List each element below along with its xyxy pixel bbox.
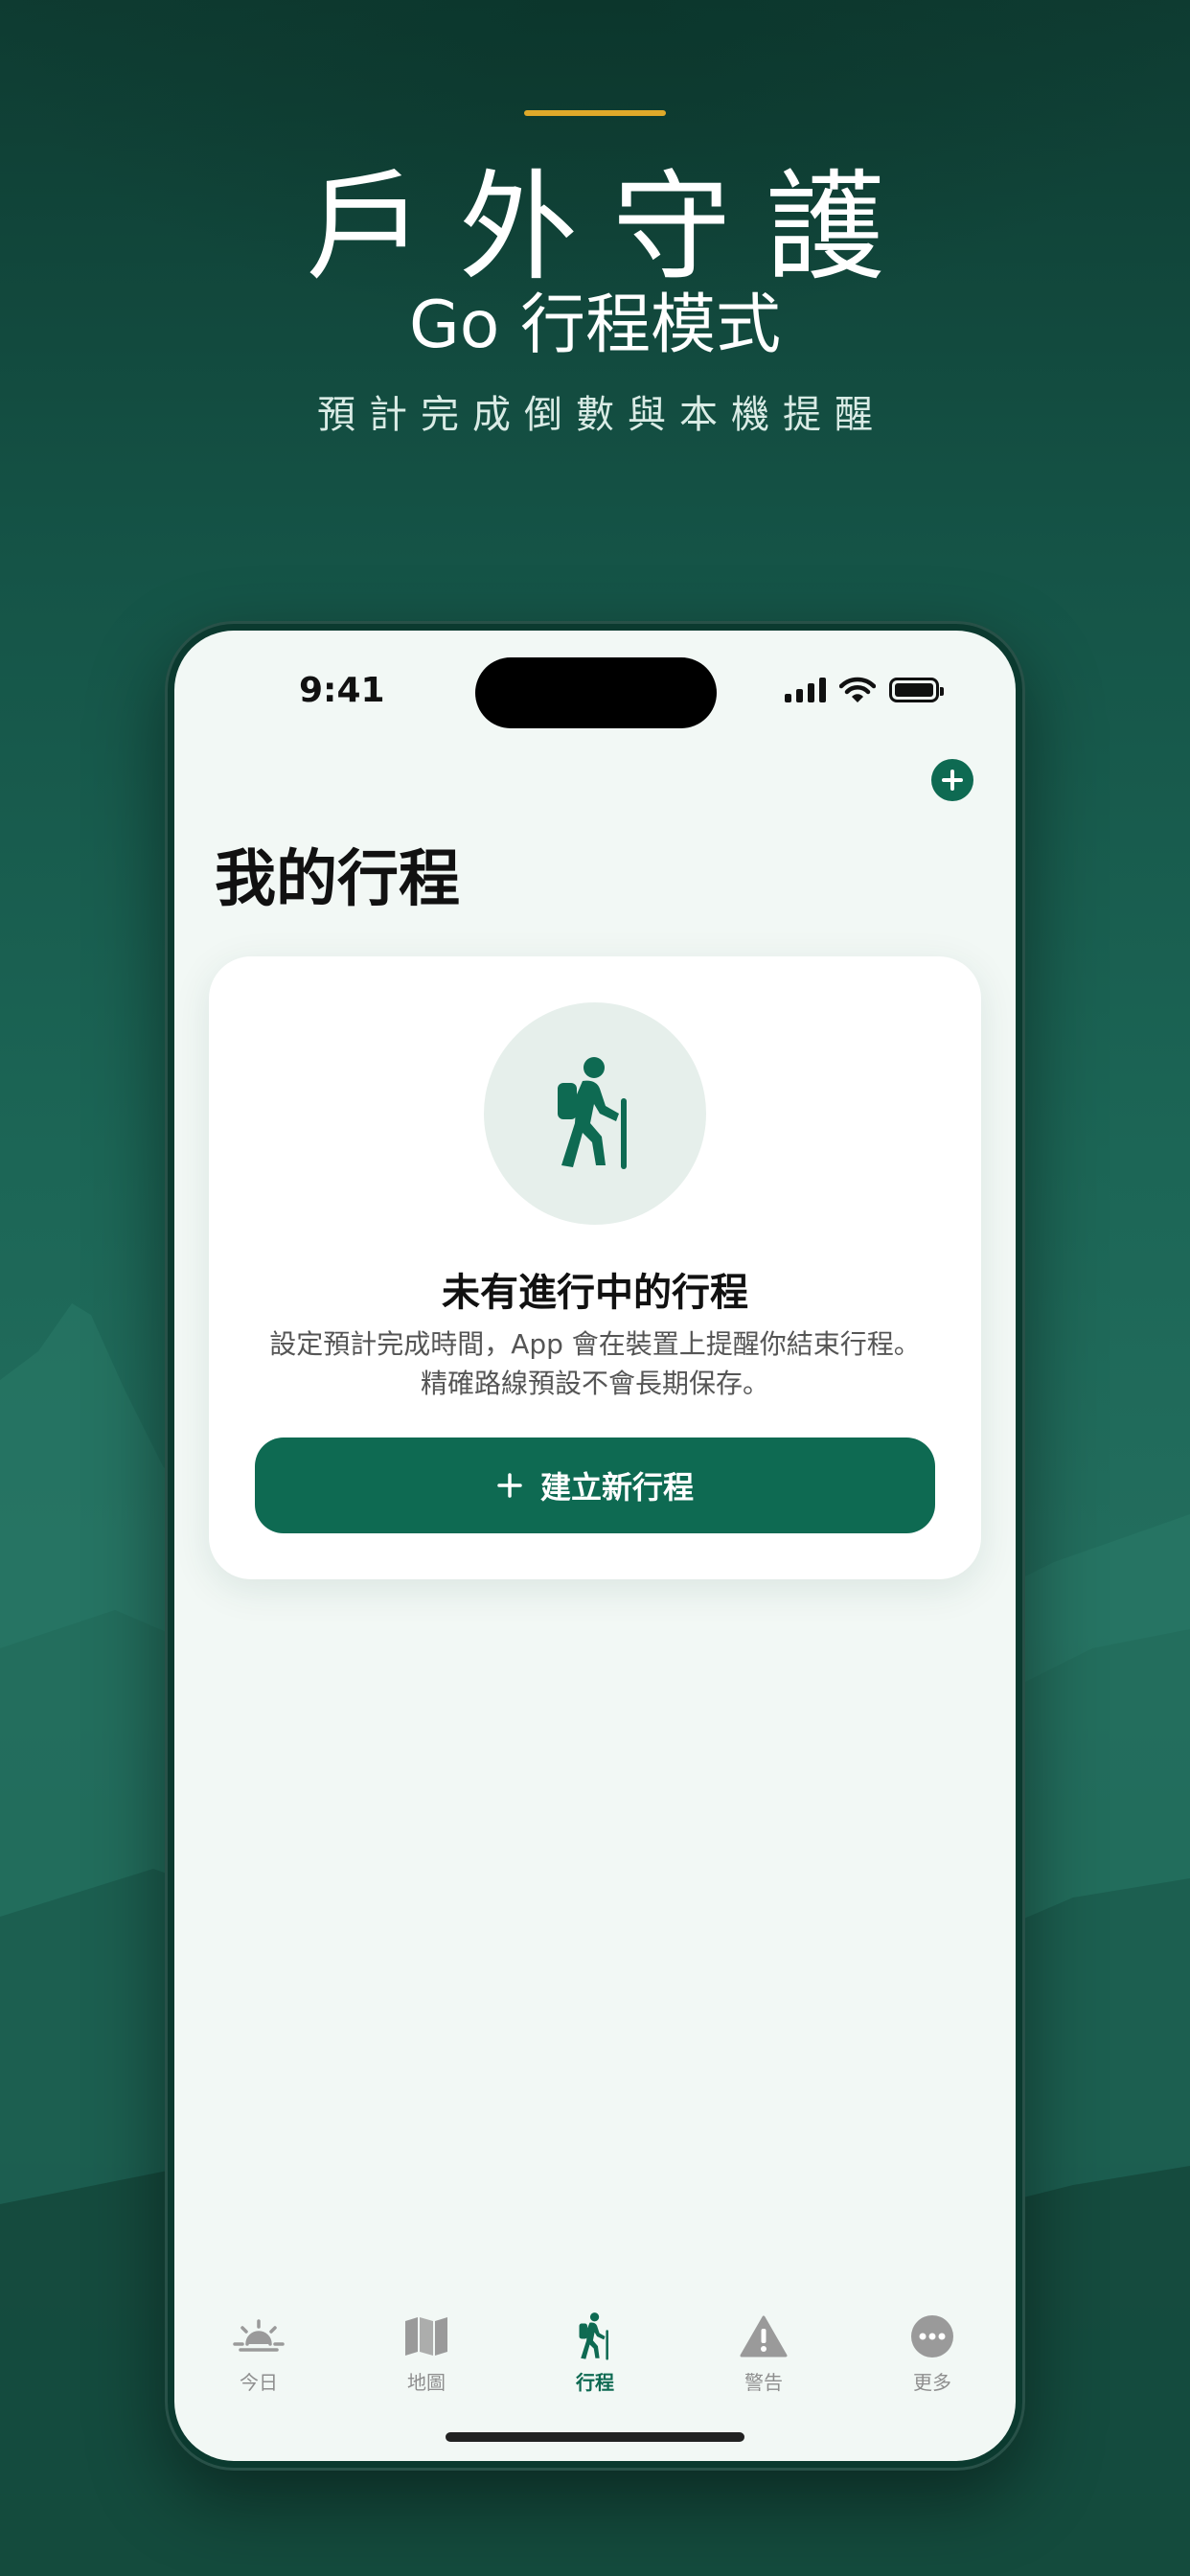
hero-tagline: 預計完成倒數與本機提醒 [317,393,886,437]
page-title: 我的行程 [215,844,460,915]
sunrise-icon [233,2319,285,2352]
hiker-icon [558,1057,627,1169]
tab-bar: 今日 地圖 行程 警告 更多 [174,2308,1016,2413]
empty-state-card: 未有進行中的行程 設定預計完成時間，App 會在裝置上提醒你結束行程。 精確路線… [209,956,981,1579]
wifi-icon [839,677,876,702]
more-ellipsis-icon [911,2315,953,2358]
hiker-icon-circle [484,1002,706,1225]
tab-today-label: 今日 [240,2371,278,2394]
create-trip-button[interactable]: 建立新行程 [255,1438,935,1533]
empty-state-description: 設定預計完成時間，App 會在裝置上提醒你結束行程。 精確路線預設不會長期保存。 [247,1324,943,1403]
warning-triangle-icon [740,2315,788,2358]
plus-icon [497,1473,522,1498]
status-icons [785,677,944,703]
accent-line [524,110,666,116]
empty-state-description-line-1: 設定預計完成時間，App 會在裝置上提醒你結束行程。 [269,1328,921,1360]
tab-map[interactable]: 地圖 [369,2308,484,2395]
hero-title: 戶外守護 [305,159,919,297]
dynamic-island [475,657,717,728]
empty-state-title: 未有進行中的行程 [442,1271,748,1315]
hiker-icon [579,2312,608,2360]
tab-warnings[interactable]: 警告 [706,2308,821,2395]
tab-trips[interactable]: 行程 [538,2308,652,2395]
create-trip-button-label: 建立新行程 [539,1469,694,1506]
tab-map-label: 地圖 [407,2371,446,2394]
tab-trips-label: 行程 [576,2371,614,2394]
tab-more-label: 更多 [913,2371,951,2394]
cellular-signal-icon [785,678,826,702]
add-trip-icon-button[interactable] [931,759,973,801]
plus-icon [942,770,963,791]
tab-today[interactable]: 今日 [201,2308,316,2395]
tab-more[interactable]: 更多 [875,2308,990,2395]
home-indicator [446,2432,744,2442]
hero-subtitle: Go 行程模式 [409,288,781,363]
battery-icon [889,678,944,702]
status-time: 9:41 [299,671,385,710]
tab-warnings-label: 警告 [744,2371,783,2394]
map-icon [405,2317,447,2356]
phone-screen: 9:41 我的行程 未有進行中的行程 設定預計完成時間，App 會在裝置上提醒你… [174,631,1016,2461]
empty-state-description-line-2: 精確路線預設不會長期保存。 [420,1368,769,1399]
